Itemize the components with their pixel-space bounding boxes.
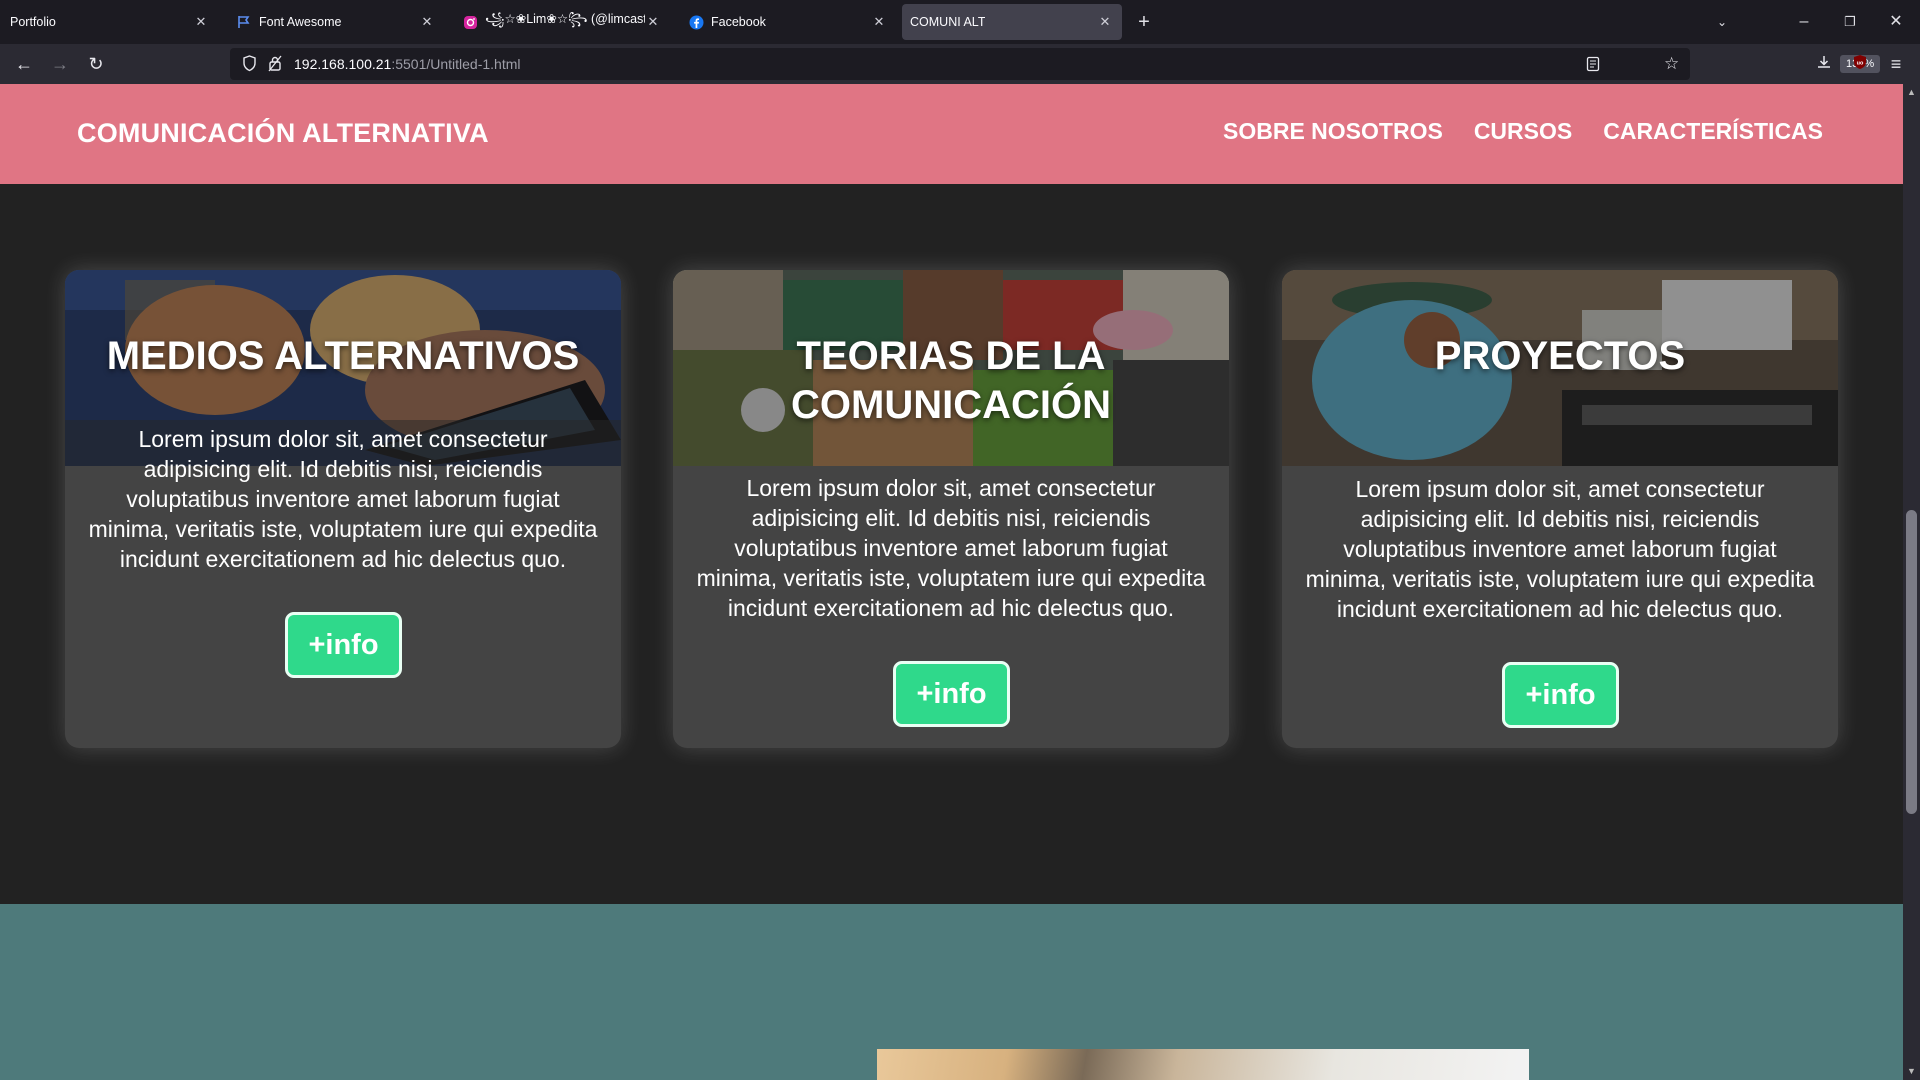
forward-icon[interactable]: → (46, 52, 74, 76)
card-title: PROYECTOS (1434, 334, 1686, 378)
close-icon[interactable]: ✕ (870, 13, 888, 31)
scrollbar-thumb[interactable] (1906, 510, 1917, 814)
reader-view-icon[interactable] (1586, 56, 1600, 77)
info-button[interactable]: +info (285, 612, 402, 678)
shield-icon[interactable] (242, 55, 257, 77)
tab-instagram[interactable]: ꧁☆❀Lim❀☆꧂ (@limcast_) ✕ (452, 4, 670, 40)
flag-icon (236, 14, 252, 30)
close-icon[interactable]: ✕ (418, 13, 436, 31)
download-icon[interactable] (1810, 52, 1838, 76)
tab-facebook[interactable]: Facebook ✕ (678, 4, 896, 40)
card-medios-alternativos: MEDIOS ALTERNATIVOS Lorem ipsum dolor si… (65, 270, 621, 748)
reload-icon[interactable]: ↻ (82, 52, 110, 76)
card-title: MEDIOS ALTERNATIVOS (106, 334, 580, 378)
tab-comuni-alt[interactable]: COMUNI ALT ✕ (902, 4, 1122, 40)
back-icon[interactable]: ← (10, 52, 38, 76)
info-button[interactable]: +info (893, 661, 1010, 727)
lock-icon[interactable] (268, 55, 282, 77)
card-title: TEORIAS DE LA COMUNICACIÓN (791, 334, 1111, 427)
info-button[interactable]: +info (1502, 662, 1619, 728)
menu-item-cursos[interactable]: CURSOS (1474, 118, 1572, 145)
tab-label: Facebook (711, 15, 766, 29)
new-tab-icon[interactable]: + (1132, 10, 1156, 34)
card-teorias-comunicacion: TEORIAS DE LA COMUNICACIÓN Lorem ipsum d… (673, 270, 1229, 748)
menu-item-caracteristicas[interactable]: CARACTERÍSTICAS (1603, 118, 1823, 145)
site-header: COMUNICACIÓN ALTERNATIVA SOBRE NOSOTROS … (0, 84, 1903, 184)
section-image-partial (877, 1049, 1529, 1080)
menu-item-sobre-nosotros[interactable]: SOBRE NOSOTROS (1223, 118, 1443, 145)
tab-portfolio[interactable]: Portfolio ✕ (0, 4, 218, 40)
bookmark-star-icon[interactable]: ☆ (1664, 54, 1679, 74)
card-text: Lorem ipsum dolor sit, amet consectetur … (1305, 476, 1815, 622)
close-icon[interactable]: ✕ (644, 13, 662, 31)
page-scrollbar[interactable]: ▲ ▼ (1903, 84, 1920, 1080)
cards-section: MEDIOS ALTERNATIVOS Lorem ipsum dolor si… (0, 184, 1903, 904)
ublock-icon[interactable]: uo (1846, 52, 1874, 76)
hamburger-menu-icon[interactable]: ≡ (1882, 52, 1910, 76)
scroll-up-icon[interactable]: ▲ (1903, 84, 1920, 101)
tab-label: Font Awesome (259, 15, 342, 29)
url-bar[interactable]: 192.168.100.21:5501/Untitled-1.html 130%… (230, 48, 1881, 80)
tab-label: ꧁☆❀Lim❀☆꧂ (@limcast_) (485, 11, 645, 26)
instagram-icon (462, 14, 478, 30)
close-icon[interactable]: ✕ (192, 13, 210, 31)
tab-label: COMUNI ALT (910, 15, 986, 29)
teal-section (0, 904, 1903, 1080)
url-path: :5501/Untitled-1.html (391, 56, 521, 72)
site-brand[interactable]: COMUNICACIÓN ALTERNATIVA (77, 118, 489, 149)
restore-icon[interactable]: ❐ (1838, 10, 1862, 34)
page-viewport: COMUNICACIÓN ALTERNATIVA SOBRE NOSOTROS … (0, 84, 1903, 1080)
browser-tab-strip: Portfolio ✕ Font Awesome ✕ ꧁☆❀Lim❀☆꧂ (@l… (0, 0, 1920, 44)
card-text: Lorem ipsum dolor sit, amet consectetur … (88, 426, 598, 572)
url-text[interactable]: 192.168.100.21:5501/Untitled-1.html (294, 56, 521, 72)
card-proyectos: PROYECTOS Lorem ipsum dolor sit, amet co… (1282, 270, 1838, 748)
window-close-icon[interactable]: ✕ (1884, 10, 1908, 34)
svg-text:uo: uo (1857, 61, 1864, 67)
facebook-icon (688, 14, 704, 30)
tab-list-chevron-icon[interactable]: ⌄ (1710, 10, 1734, 34)
url-host: 192.168.100.21 (294, 56, 392, 72)
tab-label: Portfolio (10, 15, 56, 29)
card-text: Lorem ipsum dolor sit, amet consectetur … (696, 475, 1206, 621)
main-menu: SOBRE NOSOTROS CURSOS CARACTERÍSTICAS (1223, 118, 1823, 145)
close-icon[interactable]: ✕ (1096, 13, 1114, 31)
browser-toolbar: ← → ↻ 192.168.100.21:5501/Untitled-1.htm… (0, 44, 1920, 84)
minimize-icon[interactable]: – (1792, 10, 1816, 34)
scroll-down-icon[interactable]: ▼ (1903, 1063, 1920, 1080)
tab-font-awesome[interactable]: Font Awesome ✕ (226, 4, 444, 40)
